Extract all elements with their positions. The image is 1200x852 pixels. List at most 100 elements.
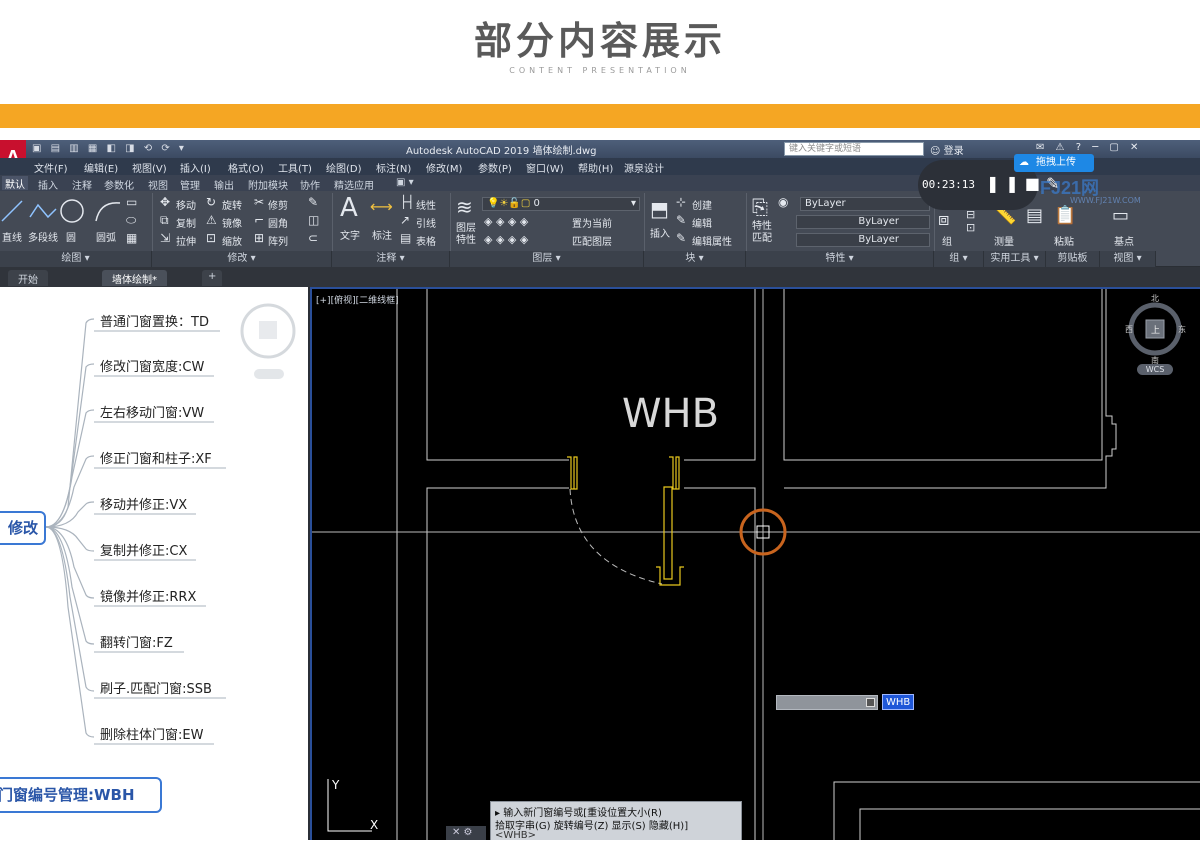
page: 部分内容展示 CONTENT PRESENTATION ▣ ▤ ▥ ▦ ◧ ◨ … xyxy=(0,0,1200,852)
quick-access-toolbar[interactable]: ▣ ▤ ▥ ▦ ◧ ◨ ⟲ ⟳ ▾ xyxy=(32,143,187,154)
group-label-draw[interactable]: 绘图 ▾ xyxy=(0,251,152,267)
mirror-button[interactable]: 镜像 xyxy=(222,215,242,230)
arc-button[interactable]: 圆弧 xyxy=(96,229,116,244)
copy-button[interactable]: 复制 xyxy=(176,215,196,230)
tab-featured[interactable]: 精选应用 xyxy=(334,177,374,192)
group-label-layers[interactable]: 图层 ▾ xyxy=(450,251,644,267)
tab-output[interactable]: 输出 xyxy=(214,177,234,192)
window-controls[interactable]: ✉ ⚠ ? ─ ▢ ✕ xyxy=(1036,142,1142,153)
pause-icon: ❚❚ xyxy=(986,174,1025,193)
menu-parametric[interactable]: 参数(P) xyxy=(478,160,512,175)
menu-view[interactable]: 视图(V) xyxy=(132,160,167,175)
scale-button[interactable]: 缩放 xyxy=(222,233,242,248)
move-button[interactable]: 移动 xyxy=(176,197,196,212)
group-label-annotation[interactable]: 注释 ▾ xyxy=(332,251,450,267)
lineweight-dropdown[interactable]: ByLayer xyxy=(796,233,930,247)
group-label-utilities[interactable]: 实用工具 ▾ xyxy=(984,251,1046,267)
tab-insert[interactable]: 插入 xyxy=(38,177,58,192)
upload-button[interactable]: ☁ 拖拽上传 xyxy=(1014,154,1094,172)
group-label-block[interactable]: 块 ▾ xyxy=(644,251,746,267)
tab-addins[interactable]: 附加模块 xyxy=(248,177,288,192)
hatch-icon[interactable]: ▦ xyxy=(126,231,137,245)
create-block-button[interactable]: 创建 xyxy=(692,197,712,212)
ucs-x-label: X xyxy=(370,818,378,832)
mind-map-item: 左右移动门窗:VW xyxy=(100,406,205,421)
array-icon: ⊞ xyxy=(254,231,265,245)
group-label-modify[interactable]: 修改 ▾ xyxy=(152,251,332,267)
chevron-down-icon: ▾ xyxy=(630,198,636,209)
paste-button[interactable]: 粘贴 xyxy=(1054,233,1074,248)
group-label-properties[interactable]: 特性 ▾ xyxy=(746,251,934,267)
base-point-button[interactable]: 基点 xyxy=(1114,233,1134,248)
tab-annotate[interactable]: 注释 xyxy=(72,177,92,192)
tab-manage[interactable]: 管理 xyxy=(180,177,200,192)
tab-drawing[interactable]: 墙体绘制* xyxy=(102,270,167,286)
pencil-icon[interactable]: ✎ xyxy=(308,195,318,209)
rotate-button[interactable]: 旋转 xyxy=(222,197,242,212)
edit-attribute-button[interactable]: 编辑属性 xyxy=(692,233,732,248)
tab-default[interactable]: 默认 xyxy=(2,176,28,191)
tab-view[interactable]: 视图 xyxy=(148,177,168,192)
utility-icon[interactable]: ▤ xyxy=(1026,205,1043,226)
polyline-button[interactable]: 多段线 xyxy=(28,229,58,244)
layer-properties-button[interactable]: 图层特性 xyxy=(456,223,478,247)
command-line[interactable]: ▸ 输入新门窗编号或[重设位置大小(R) 拾取字串(G) 旋转编号(Z) 显示(… xyxy=(490,801,742,840)
line-button[interactable]: 直线 xyxy=(2,229,22,244)
group-label-groups[interactable]: 组 ▾ xyxy=(934,251,984,267)
table-button[interactable]: 表格 xyxy=(416,233,436,248)
edit-block-button[interactable]: 编辑 xyxy=(692,215,712,230)
menu-yuanquan[interactable]: 源泉设计 xyxy=(624,160,664,175)
menu-insert[interactable]: 插入(I) xyxy=(180,160,211,175)
menu-draw[interactable]: 绘图(D) xyxy=(326,160,362,175)
group-button[interactable]: 组 xyxy=(942,233,952,248)
tab-collaborate[interactable]: 协作 xyxy=(300,177,320,192)
dynamic-input-field[interactable] xyxy=(776,695,878,710)
mind-map-item: 刷子.匹配门窗:SSB xyxy=(100,682,212,697)
color-dropdown[interactable]: ByLayer xyxy=(800,197,930,211)
layer-tools-icons-2[interactable]: ◈ ◈ ◈ ◈ xyxy=(484,233,528,246)
measure-button[interactable]: 测量 xyxy=(994,233,1014,248)
wcs-menu[interactable]: WCS xyxy=(1137,364,1173,375)
array-button[interactable]: 阵列 xyxy=(268,233,288,248)
linetype-dropdown[interactable]: ByLayer xyxy=(796,215,930,229)
join-icon[interactable]: ⊂ xyxy=(308,231,318,245)
view-cube[interactable]: 上 北 南 东 西 xyxy=(1125,294,1186,365)
stretch-button[interactable]: 拉伸 xyxy=(176,233,196,248)
group-label-clipboard[interactable]: 剪贴板 xyxy=(1046,251,1100,267)
menu-edit[interactable]: 编辑(E) xyxy=(84,160,118,175)
table-icon: ▤ xyxy=(400,231,412,245)
dynamic-input-value[interactable]: WHB xyxy=(882,694,915,710)
tab-more-icon[interactable]: ▣ ▾ xyxy=(396,177,414,188)
set-current-button[interactable]: 置为当前 xyxy=(572,215,612,230)
linear-button[interactable]: 线性 xyxy=(416,197,436,212)
match-layer-button[interactable]: 匹配图层 xyxy=(572,233,612,248)
text-button[interactable]: 文字 xyxy=(340,227,360,242)
menu-modify[interactable]: 修改(M) xyxy=(426,160,462,175)
offset-icon[interactable]: ◫ xyxy=(308,213,319,227)
command-line-close-icon[interactable]: ✕ ⚙ xyxy=(446,826,486,840)
trim-button[interactable]: 修剪 xyxy=(268,197,288,212)
menu-help[interactable]: 帮助(H) xyxy=(578,160,613,175)
ellipse-icon[interactable]: ⬭ xyxy=(126,213,136,228)
drawing-viewport[interactable]: [+][俯视][二维线框] WHB Y X 上 北 南 东 西 WCS WHB … xyxy=(310,287,1200,840)
menu-format[interactable]: 格式(O) xyxy=(228,160,264,175)
rectangle-icon[interactable]: ▭ xyxy=(126,195,137,209)
layer-tools-icons[interactable]: ◈ ◈ ◈ ◈ xyxy=(484,215,528,228)
circle-button[interactable]: 圆 xyxy=(66,229,76,244)
insert-button[interactable]: 插入 xyxy=(650,225,670,240)
tab-start[interactable]: 开始 xyxy=(8,270,48,286)
menu-window[interactable]: 窗口(W) xyxy=(526,160,564,175)
layer-dropdown[interactable]: 💡☀🔓▢ 0 ▾ xyxy=(482,197,640,211)
group-label-view[interactable]: 视图 ▾ xyxy=(1100,251,1156,267)
tab-parametric[interactable]: 参数化 xyxy=(104,177,134,192)
leader-button[interactable]: 引线 xyxy=(416,215,436,230)
match-properties-button[interactable]: 特性匹配 xyxy=(752,221,774,245)
new-tab-button[interactable]: + xyxy=(202,270,223,286)
menu-tools[interactable]: 工具(T) xyxy=(278,160,312,175)
login-button[interactable]: ☺ 登录 xyxy=(930,142,964,157)
fillet-button[interactable]: 圆角 xyxy=(268,215,288,230)
menu-dimension[interactable]: 标注(N) xyxy=(376,160,411,175)
menu-file[interactable]: 文件(F) xyxy=(34,160,68,175)
search-input[interactable]: 键入关键字或短语 xyxy=(784,142,924,156)
dimension-button[interactable]: 标注 xyxy=(372,227,392,242)
